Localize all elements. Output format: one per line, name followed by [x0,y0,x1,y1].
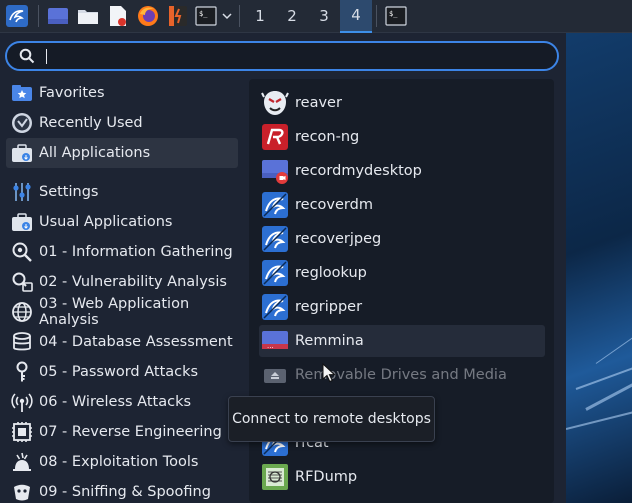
svg-text:$_: $_ [389,10,398,18]
category-label: Favorites [39,85,105,101]
category-sniffing-spoofing[interactable]: 09 - Sniffing & Spoofing [6,477,238,503]
kali-tool-icon [260,258,290,288]
category-label: Settings [39,184,99,200]
remmina-icon: ... [260,326,290,356]
kali-tool-icon [260,190,290,220]
kali-menu-icon[interactable] [0,0,34,33]
app-label: recordmydesktop [295,163,422,179]
reaver-icon [260,88,290,118]
database-icon [11,331,33,353]
all-apps-icon [11,142,33,164]
reverse-engineering-icon [11,421,33,443]
kali-tool-icon [260,224,290,254]
category-password-attacks[interactable]: 05 - Password Attacks [6,357,238,387]
category-label: 09 - Sniffing & Spoofing [39,484,211,500]
vuln-analysis-icon [11,271,33,293]
app-item-recoverdm[interactable]: recoverdm [259,189,545,221]
search-input[interactable] [5,41,559,71]
text-editor-icon[interactable] [103,0,133,33]
panel-separator [239,5,240,27]
recordmydesktop-icon [260,156,290,186]
tooltip: Connect to remote desktops [228,396,435,442]
mouse-pointer-icon [322,362,336,387]
category-reverse-engineering[interactable]: 07 - Reverse Engineering [6,417,238,447]
category-usual-applications[interactable]: Usual Applications [6,207,238,237]
star-folder-icon [11,82,33,104]
workspace-2-button[interactable]: 2 [276,0,308,33]
category-label: 06 - Wireless Attacks [39,394,192,410]
chevron-down-icon[interactable] [219,0,235,33]
kali-tool-icon [260,292,290,322]
terminal-icon[interactable]: $_ [193,0,219,33]
category-favorites[interactable]: Favorites [6,78,238,108]
app-label: regripper [295,299,363,315]
category-label: 03 - Web Application Analysis [39,296,190,328]
app-item-recordmydesktop[interactable]: recordmydesktop [259,155,545,187]
app-item-regripper[interactable]: regripper [259,291,545,323]
burpsuite-icon[interactable] [163,0,193,33]
app-label: Remmina [295,333,364,349]
show-desktop-icon[interactable] [43,0,73,33]
app-item-remmina[interactable]: ... Remmina [259,325,545,357]
workspace-3-button[interactable]: 3 [308,0,340,33]
settings-icon [11,181,33,203]
tooltip-text: Connect to remote desktops [232,411,431,427]
category-label: 02 - Vulnerability Analysis [39,274,227,290]
app-item-recoverjpeg[interactable]: recoverjpeg [259,223,545,255]
usual-apps-icon [11,211,33,233]
category-label: 05 - Password Attacks [39,364,199,380]
workspace-4-button[interactable]: 4 [340,0,372,33]
category-all-applications[interactable]: All Applications [6,138,238,168]
recon-ng-icon [260,122,290,152]
app-label: recoverjpeg [295,231,382,247]
app-item-rfdump[interactable]: RFDump [259,461,545,493]
recent-icon [11,112,33,134]
text-caret [46,49,47,64]
removable-drive-icon [260,360,290,390]
category-exploitation-tools[interactable]: 08 - Exploitation Tools [6,447,238,477]
category-label: 04 - Database Assessment [39,334,233,350]
category-wireless-attacks[interactable]: 06 - Wireless Attacks [6,387,238,417]
category-label: Usual Applications [39,214,173,230]
category-database-assessment[interactable]: 04 - Database Assessment [6,327,238,357]
desktop-background [566,33,632,503]
category-recently-used[interactable]: Recently Used [6,108,238,138]
app-label: reaver [295,95,342,111]
svg-text:...: ... [267,342,274,350]
rfdump-icon [260,462,290,492]
category-label: 01 - Information Gathering [39,244,233,260]
category-web-application-analysis[interactable]: 03 - Web Application Analysis [6,296,238,328]
app-label: reglookup [295,265,367,281]
category-settings[interactable]: Settings [6,177,238,207]
app-item-removable-drives[interactable]: Removable Drives and Media [259,359,545,391]
info-gathering-icon [11,241,33,263]
category-vulnerability-analysis[interactable]: 02 - Vulnerability Analysis [6,267,238,297]
search-icon [19,48,35,68]
app-label: RFDump [295,469,358,485]
firefox-icon[interactable] [133,0,163,33]
app-label: recoverdm [295,197,373,213]
wireless-icon [11,391,33,413]
app-item-recon-ng[interactable]: recon-ng [259,121,545,153]
svg-text:$_: $_ [199,10,208,18]
category-label: 08 - Exploitation Tools [39,454,199,470]
app-item-reglookup[interactable]: reglookup [259,257,545,289]
application-menu: Favorites Recently Used All Applications… [0,33,566,503]
app-label: recon-ng [295,129,360,145]
file-manager-icon[interactable] [73,0,103,33]
app-item-reaver[interactable]: reaver [259,87,545,119]
terminal-window-button[interactable]: $_ [381,0,411,33]
category-label: Recently Used [39,115,143,131]
panel-separator [376,5,377,27]
panel-separator [38,5,39,27]
web-app-icon [11,301,33,323]
workspace-1-button[interactable]: 1 [244,0,276,33]
sniffing-icon [11,481,33,503]
category-label: 07 - Reverse Engineering [39,424,222,440]
top-panel: $_ 1 2 3 4 $_ [0,0,632,33]
password-icon [11,361,33,383]
category-information-gathering[interactable]: 01 - Information Gathering [6,237,238,267]
category-label: All Applications [39,145,151,161]
exploitation-icon [11,451,33,473]
